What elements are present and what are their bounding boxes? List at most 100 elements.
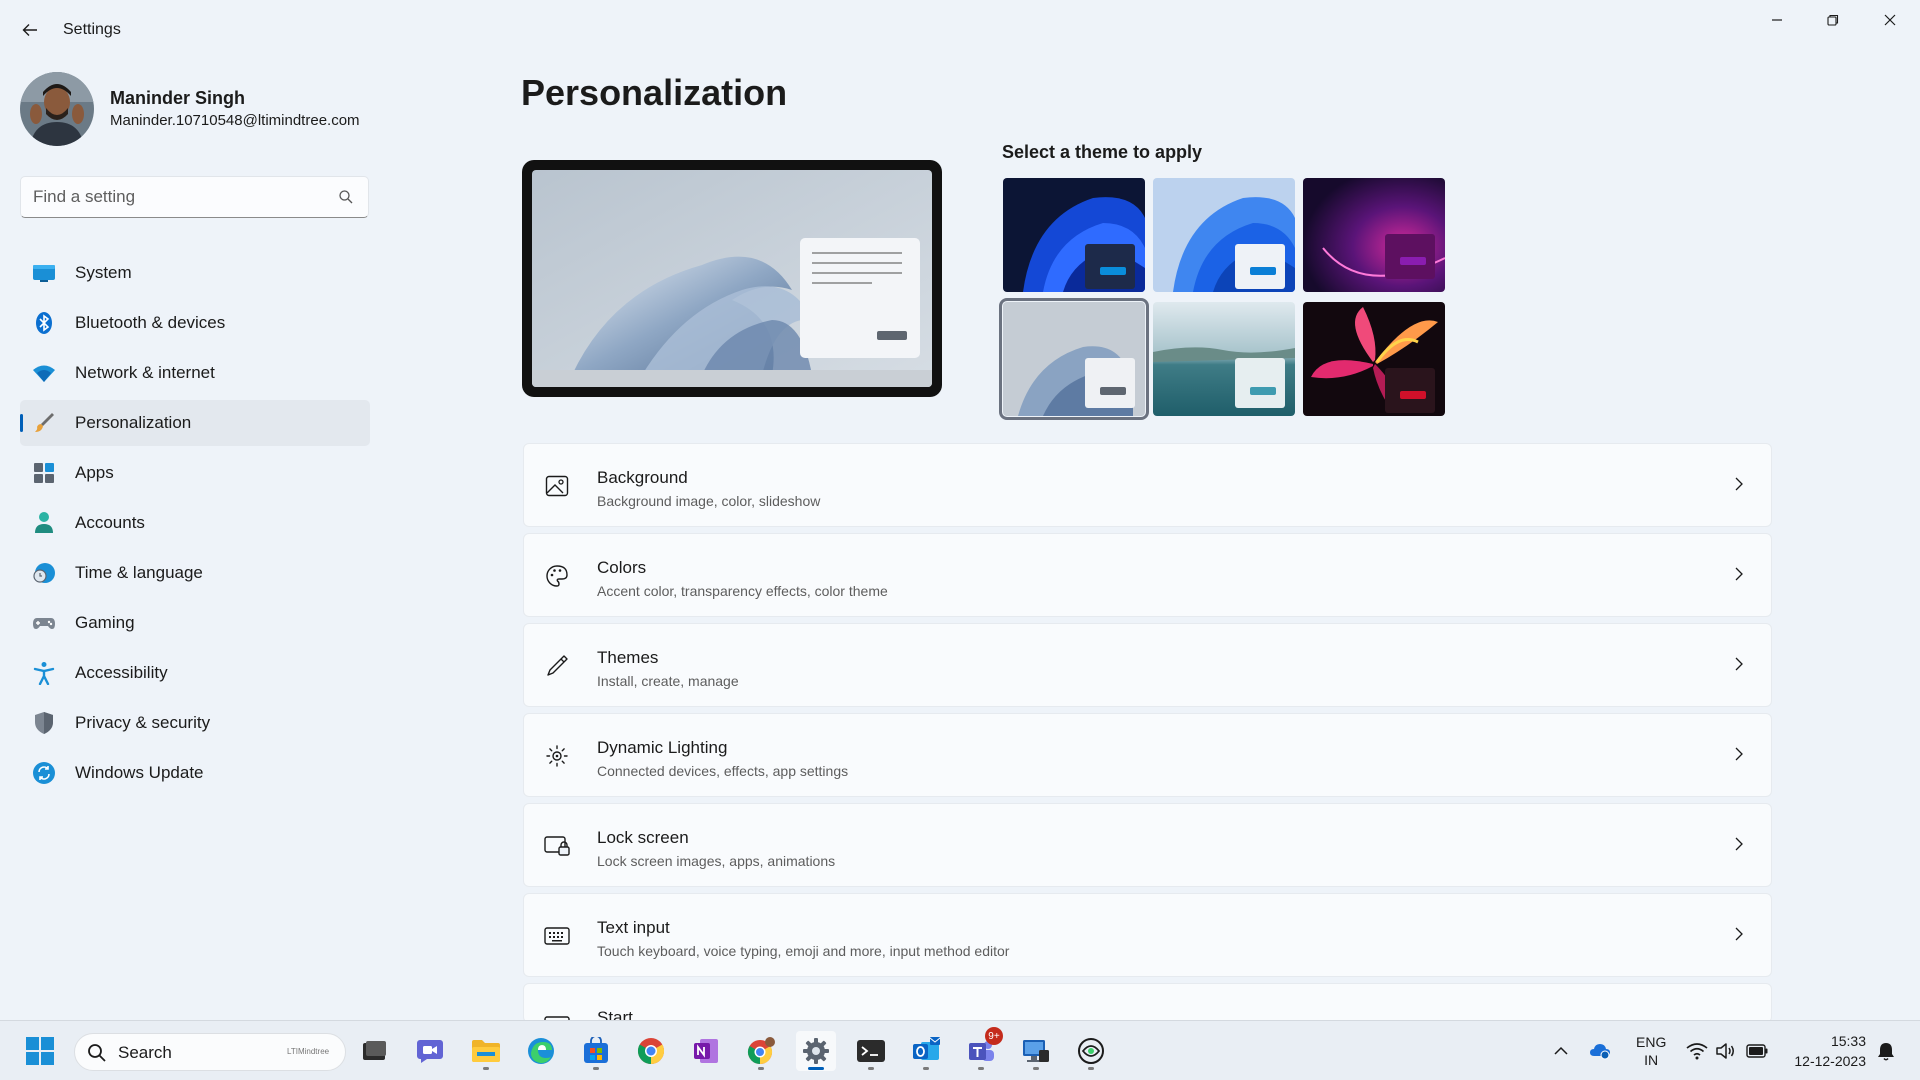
- shield-icon: [32, 711, 56, 735]
- taskbar-search[interactable]: Search LTIMindtree: [74, 1033, 346, 1071]
- chat-icon: [417, 1040, 443, 1063]
- running-indicator: [758, 1067, 764, 1070]
- region-code: IN: [1644, 1052, 1659, 1068]
- sidebar-item-label: Gaming: [75, 613, 135, 632]
- circle-app-icon: [1078, 1038, 1104, 1064]
- running-indicator: [808, 1067, 824, 1070]
- running-indicator: [593, 1067, 599, 1070]
- clock-time: 15:33: [1830, 1033, 1866, 1049]
- sidebar-item-label: Accounts: [75, 513, 145, 532]
- setting-subtitle: Connected devices, effects, app settings: [597, 763, 849, 779]
- theme-tile[interactable]: [1303, 178, 1445, 292]
- palette-icon: [544, 563, 570, 589]
- restore-icon: [1827, 14, 1839, 26]
- running-indicator: [1088, 1067, 1094, 1070]
- task-view-icon: [363, 1041, 386, 1060]
- running-indicator: [923, 1067, 929, 1070]
- running-indicator: [483, 1067, 489, 1070]
- input-language-indicator[interactable]: ENG IN: [1636, 1033, 1666, 1069]
- setting-dynamic-lighting[interactable]: Dynamic Lighting Connected devices, effe…: [523, 713, 1772, 797]
- store-icon: [584, 1037, 608, 1063]
- chrome-icon: [637, 1038, 665, 1065]
- sun-icon: [544, 743, 570, 769]
- sidebar-item-windows-update[interactable]: Windows Update: [20, 750, 370, 796]
- folder-icon: [472, 1040, 500, 1062]
- setting-lock-screen[interactable]: Lock screen Lock screen images, apps, an…: [523, 803, 1772, 887]
- search-icon[interactable]: [338, 189, 354, 205]
- clock-date[interactable]: 15:33 12-12-2023: [1786, 1031, 1866, 1071]
- sidebar-item-label: Bluetooth & devices: [75, 313, 226, 332]
- bell-icon: [1878, 1043, 1894, 1061]
- sidebar-item-time-language[interactable]: Time & language: [20, 550, 370, 596]
- setting-title: Themes: [597, 648, 659, 667]
- sidebar-item-system[interactable]: System: [20, 250, 370, 296]
- notification-center-button[interactable]: [1875, 1040, 1897, 1062]
- speaker-icon: [1716, 1043, 1734, 1059]
- keyboard-icon: [544, 923, 570, 949]
- sidebar-item-privacy[interactable]: Privacy & security: [20, 700, 370, 746]
- outlook-icon: [913, 1037, 941, 1060]
- running-indicator: [978, 1067, 984, 1070]
- setting-subtitle: Lock screen images, apps, animations: [597, 853, 836, 869]
- close-button[interactable]: [1862, 0, 1918, 40]
- chevron-right-icon: [1735, 747, 1743, 761]
- remote-desktop-icon: [1023, 1040, 1049, 1062]
- sidebar-item-accessibility[interactable]: Accessibility: [20, 650, 370, 696]
- back-arrow-icon: [22, 24, 37, 36]
- user-profile[interactable]: Maninder Singh Maninder.10710548@ltimind…: [20, 72, 380, 146]
- sidebar-item-bluetooth[interactable]: Bluetooth & devices: [20, 300, 370, 346]
- search-icon: [88, 1044, 106, 1062]
- taskbar-settings[interactable]: [796, 1031, 836, 1071]
- taskbar-terminal[interactable]: [851, 1031, 891, 1071]
- theme-tile[interactable]: [1153, 178, 1295, 292]
- setting-title: Dynamic Lighting: [597, 738, 728, 757]
- sidebar-item-apps[interactable]: Apps: [20, 450, 370, 496]
- chevron-right-icon: [1735, 477, 1743, 491]
- taskbar-onenote[interactable]: [686, 1031, 726, 1071]
- volume-tray[interactable]: [1715, 1040, 1737, 1062]
- sidebar-item-accounts[interactable]: Accounts: [20, 500, 370, 546]
- back-button[interactable]: [14, 14, 46, 46]
- taskbar-file-explorer[interactable]: [466, 1031, 506, 1071]
- setting-themes[interactable]: Themes Install, create, manage: [523, 623, 1772, 707]
- clock-globe-icon: [32, 561, 56, 585]
- taskbar-edge[interactable]: [521, 1031, 561, 1071]
- wifi-status-icon: [1686, 1043, 1708, 1060]
- restore-button[interactable]: [1805, 0, 1861, 40]
- taskbar-store[interactable]: [576, 1031, 616, 1071]
- sidebar-item-label: Time & language: [75, 563, 203, 582]
- taskbar-app-circle[interactable]: [1071, 1031, 1111, 1071]
- setting-text-input[interactable]: Text input Touch keyboard, voice typing,…: [523, 893, 1772, 977]
- setting-colors[interactable]: Colors Accent color, transparency effect…: [523, 533, 1772, 617]
- show-hidden-icons-button[interactable]: [1550, 1040, 1572, 1062]
- start-button[interactable]: [20, 1031, 60, 1071]
- battery-tray[interactable]: [1746, 1040, 1768, 1062]
- sidebar-item-gaming[interactable]: Gaming: [20, 600, 370, 646]
- onedrive-icon: [1590, 1044, 1610, 1060]
- taskbar-remote-app[interactable]: [1016, 1031, 1056, 1071]
- sidebar-item-label: Privacy & security: [75, 713, 211, 732]
- pen-icon: [544, 653, 570, 679]
- onenote-icon: [694, 1039, 718, 1063]
- taskbar-task-view[interactable]: [354, 1031, 394, 1071]
- setting-subtitle: Touch keyboard, voice typing, emoji and …: [597, 943, 1010, 959]
- taskbar-chrome-profile[interactable]: [741, 1031, 781, 1071]
- network-tray[interactable]: [1686, 1040, 1708, 1062]
- taskbar: Search LTIMindtree 9+ ENG IN 15:33 12-12…: [0, 1020, 1920, 1080]
- taskbar-teams-chat[interactable]: [410, 1031, 450, 1071]
- setting-background[interactable]: Background Background image, color, slid…: [523, 443, 1772, 527]
- taskbar-chrome[interactable]: [631, 1031, 671, 1071]
- taskbar-outlook[interactable]: [906, 1031, 946, 1071]
- theme-tile[interactable]: [1003, 178, 1145, 292]
- setting-start[interactable]: Start: [523, 983, 1772, 1023]
- minimize-button[interactable]: [1749, 0, 1805, 40]
- theme-tile[interactable]: [1303, 302, 1445, 416]
- find-setting-input[interactable]: [33, 185, 333, 209]
- theme-tile-selected[interactable]: [999, 298, 1149, 420]
- sidebar-item-personalization[interactable]: Personalization: [20, 400, 370, 446]
- theme-grid: [999, 178, 1451, 420]
- onedrive-tray[interactable]: [1589, 1040, 1611, 1062]
- theme-tile[interactable]: [1153, 302, 1295, 416]
- taskbar-teams[interactable]: 9+: [961, 1027, 1003, 1071]
- sidebar-item-network[interactable]: Network & internet: [20, 350, 370, 396]
